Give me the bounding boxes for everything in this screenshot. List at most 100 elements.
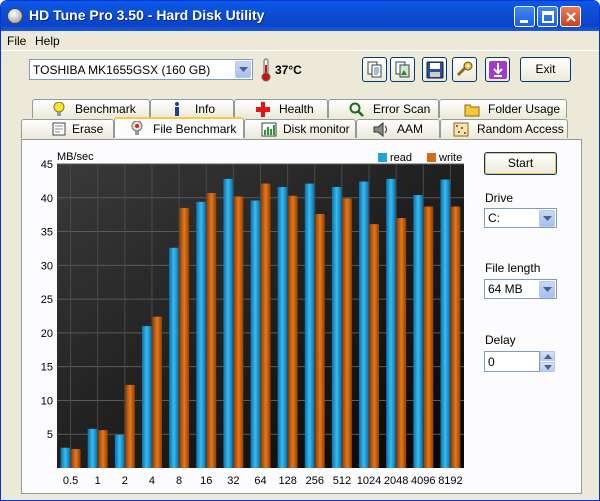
benchmark-chart: 5 10 15 20 25 30 35 40 45 0.5 1 2 4 8 16 32 64 128 256 512… <box>41 151 464 487</box>
app-window: HD Tune Pro 3.50 - Hard Disk Utility Fil… <box>0 0 600 501</box>
tab-random-access[interactable]: Random Access <box>440 119 568 138</box>
bar-read-64 <box>250 200 260 469</box>
legend-write-swatch <box>427 153 436 162</box>
bar-read-8 <box>169 247 179 468</box>
app-icon <box>7 8 23 24</box>
legend-read-swatch <box>378 153 387 162</box>
tab-info[interactable]: Info <box>150 99 234 118</box>
delay-input[interactable]: 0 <box>484 351 540 372</box>
drive-selector-dropdown[interactable] <box>235 61 251 78</box>
tab-random-access-label: Random Access <box>477 122 564 136</box>
y-tick-label: 15 <box>41 362 53 374</box>
x-tick-label: 128 <box>278 475 296 487</box>
bar-read-4 <box>141 326 152 468</box>
thermometer-icon <box>261 58 271 82</box>
chevron-down-icon <box>239 67 248 72</box>
tab-aam-label: AAM <box>397 122 424 136</box>
bar-write-64 <box>261 183 271 468</box>
title-bar[interactable]: HD Tune Pro 3.50 - Hard Disk Utility <box>1 1 599 31</box>
copy-text-icon <box>367 61 382 78</box>
tab-disk-monitor[interactable]: Disk monitor <box>244 119 356 138</box>
temperature-readout: 37°C <box>275 63 302 77</box>
drive-letter-dropdown[interactable] <box>539 210 555 227</box>
x-tick-label: 4 <box>149 475 155 487</box>
x-tick-label: 8 <box>176 475 182 487</box>
tab-folder-usage[interactable]: Folder Usage <box>439 99 567 118</box>
info-icon <box>175 102 179 116</box>
x-tick-label: 32 <box>227 475 239 487</box>
file-length-label: File length <box>485 261 541 275</box>
delay-decrement-button[interactable] <box>540 362 555 372</box>
aam-icon <box>373 122 387 137</box>
copy-screenshot-button[interactable] <box>390 57 415 82</box>
exit-button[interactable]: Exit <box>520 57 571 82</box>
drive-letter-value: C: <box>488 211 500 225</box>
folder-usage-icon <box>464 104 480 117</box>
tab-error-scan[interactable]: Error Scan <box>328 99 439 118</box>
file-length-select[interactable]: 64 MB <box>484 279 557 299</box>
x-tick-label: 64 <box>254 475 266 487</box>
drive-label: Drive <box>485 191 514 205</box>
y-tick-label: 35 <box>41 227 53 239</box>
close-button[interactable] <box>560 6 581 27</box>
minimize-button[interactable] <box>514 6 535 27</box>
start-button[interactable]: Start <box>484 152 557 175</box>
random-access-icon <box>453 122 469 137</box>
y-tick-label: 5 <box>47 429 53 441</box>
tab-erase-label: Erase <box>72 122 104 136</box>
chart-legend: read write <box>378 152 462 164</box>
tab-health[interactable]: Health <box>234 99 328 118</box>
options-button[interactable] <box>452 57 477 82</box>
file-length-dropdown[interactable] <box>539 281 555 298</box>
x-tick-label: 4096 <box>411 475 435 487</box>
erase-icon <box>52 122 66 136</box>
bar-read-2048 <box>386 178 396 468</box>
x-tick-label: 2048 <box>384 475 408 487</box>
x-tick-label: 256 <box>306 475 324 487</box>
tab-benchmark-label: Benchmark <box>75 102 136 116</box>
maximize-button[interactable] <box>537 6 558 27</box>
menu-bar: File Help <box>1 31 599 51</box>
x-tick-label: 1 <box>95 475 101 487</box>
y-tick-label: 20 <box>41 328 53 340</box>
bar-write-8 <box>179 207 190 468</box>
legend-write-label: write <box>438 152 462 164</box>
tab-disk-monitor-label: Disk monitor <box>283 122 350 136</box>
bar-write-1024 <box>369 224 380 468</box>
bar-read-128 <box>277 186 288 469</box>
copy-image-icon <box>395 61 410 78</box>
health-icon <box>256 102 270 117</box>
tab-file-benchmark[interactable]: File Benchmark <box>114 117 244 138</box>
download-arrow-icon <box>489 61 507 79</box>
drive-letter-select[interactable]: C: <box>484 208 557 228</box>
x-tick-label: 0.5 <box>63 475 78 487</box>
toolbar: TOSHIBA MK1655GSX (160 GB) 37°C Exit <box>1 52 599 90</box>
tab-health-label: Health <box>279 102 314 116</box>
copy-info-button[interactable] <box>362 57 387 82</box>
window-title: HD Tune Pro 3.50 - Hard Disk Utility <box>29 7 265 23</box>
bar-read-32 <box>223 178 233 468</box>
download-button[interactable] <box>485 57 510 82</box>
bar-write-2048 <box>396 218 407 468</box>
floppy-disk-icon <box>426 61 444 79</box>
tab-erase[interactable]: Erase <box>21 119 114 138</box>
chevron-up-icon <box>544 354 552 359</box>
menu-file[interactable]: File <box>7 34 26 48</box>
bar-write-4096 <box>423 206 434 468</box>
bar-read-16 <box>196 201 206 468</box>
y-tick-label: 30 <box>41 260 53 272</box>
drive-selector[interactable]: TOSHIBA MK1655GSX (160 GB) <box>29 59 253 80</box>
delay-value: 0 <box>488 355 495 369</box>
chevron-down-icon <box>543 287 552 292</box>
drive-selector-value: TOSHIBA MK1655GSX (160 GB) <box>33 63 211 77</box>
bar-read-4096 <box>413 195 423 468</box>
bar-read-256 <box>304 183 315 468</box>
menu-help[interactable]: Help <box>35 34 60 48</box>
tab-folder-usage-label: Folder Usage <box>488 102 561 116</box>
tab-benchmark[interactable]: Benchmark <box>32 99 150 118</box>
y-tick-label: 10 <box>41 395 53 407</box>
delay-increment-button[interactable] <box>540 351 555 361</box>
bar-write-1 <box>98 430 108 468</box>
save-button[interactable] <box>422 57 447 82</box>
tab-aam[interactable]: AAM <box>356 119 440 138</box>
